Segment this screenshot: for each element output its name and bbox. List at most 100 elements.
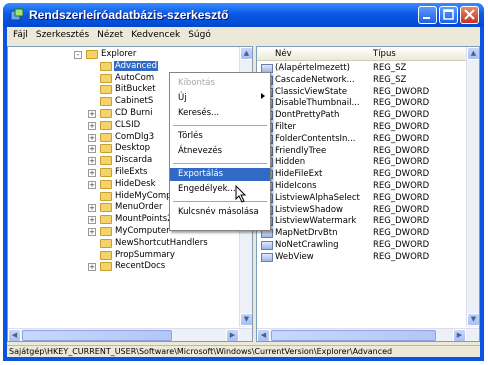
value-row[interactable]: Hidden REG_DWORD	[257, 157, 465, 169]
value-row[interactable]: HideFileExt REG_DWORD	[257, 169, 465, 181]
scroll-down-button[interactable]: ▼	[240, 313, 252, 326]
expand-icon[interactable]: +	[88, 121, 96, 130]
values-scroll-right-button[interactable]: ▶	[453, 329, 466, 341]
column-name-header[interactable]: Név	[275, 49, 292, 59]
value-name: (Alapértelmezett)	[275, 63, 350, 73]
values-horizontal-scrollbar[interactable]: ◀ ▶	[257, 328, 479, 341]
collapse-icon[interactable]: -	[74, 51, 82, 59]
value-name: FriendlyTree	[275, 145, 327, 156]
folder-icon	[100, 179, 112, 189]
value-row[interactable]: ListviewWatermark REG_DWORD	[257, 216, 465, 228]
value-row[interactable]: WebView REG_DWORD	[257, 252, 465, 264]
context-menu-item[interactable]: Keresés...	[170, 107, 270, 120]
tree-item[interactable]: PropSummary	[8, 250, 238, 262]
expand-icon[interactable]: +	[88, 204, 96, 213]
value-type: REG_DWORD	[373, 181, 430, 191]
context-menu-item-label: Engedélyek...	[178, 184, 236, 194]
tree-item-label: CD Burni	[115, 108, 153, 118]
context-menu-item[interactable]: Törlés	[170, 130, 270, 143]
menu-help[interactable]: Súgó	[184, 27, 215, 45]
tree-item-label: PropSummary	[115, 249, 175, 260]
scroll-left-button[interactable]: ◀	[8, 329, 21, 341]
value-type: REG_DWORD	[373, 169, 430, 180]
expand-icon[interactable]: +	[88, 157, 96, 166]
context-menu-item[interactable]: Új	[170, 92, 270, 105]
registry-editor-icon	[10, 8, 24, 21]
expand-icon[interactable]: +	[88, 263, 96, 272]
folder-icon	[100, 97, 112, 107]
value-name: DontPrettyPath	[275, 110, 340, 121]
tree-item-label: MountPoints2	[115, 214, 173, 225]
tree-item-label: CabinetS	[115, 96, 154, 107]
context-menu-item[interactable]: Exportálás	[170, 168, 270, 181]
maximize-button[interactable]	[439, 6, 458, 24]
minimize-button[interactable]	[418, 6, 437, 24]
tree-item-label: Explorer	[101, 49, 137, 59]
window-title: Rendszerleíróadatbázis-szerkesztő	[29, 8, 229, 22]
tree-item-label: Desktop	[115, 143, 151, 154]
value-row[interactable]: ListviewShadow REG_DWORD	[257, 205, 465, 217]
values-pane[interactable]: Név Típus (Alapértelmezett) REG_SZ Cascade…	[256, 46, 480, 342]
value-name: WebView	[275, 251, 314, 262]
menu-view[interactable]: Nézet	[93, 27, 127, 45]
close-button[interactable]	[460, 6, 479, 24]
values-vertical-scrollbar[interactable]: ▲ ▼	[466, 47, 479, 327]
expand-icon[interactable]: +	[88, 228, 96, 236]
values-scroll-down-button[interactable]: ▼	[467, 313, 479, 326]
column-type-header[interactable]: Típus	[373, 49, 396, 59]
value-row[interactable]: DisableThumbnail... REG_DWORD	[257, 98, 465, 110]
menu-edit[interactable]: Szerkesztés	[32, 27, 93, 45]
context-menu-item-label: Törlés	[178, 131, 203, 141]
expand-icon[interactable]: +	[88, 145, 96, 154]
mouse-cursor-icon	[235, 185, 247, 203]
context-menu-item[interactable]: Engedélyek...	[170, 183, 270, 196]
expand-icon[interactable]: +	[88, 133, 96, 142]
tree-item-label: RecentDocs	[115, 261, 166, 272]
close-icon	[464, 9, 475, 20]
tree-item[interactable]: Advanced	[8, 60, 238, 73]
tree-item-label: HideDesk	[115, 178, 156, 189]
scroll-right-button[interactable]: ▶	[226, 329, 239, 341]
values-scroll-up-button[interactable]: ▲	[467, 47, 479, 60]
value-row[interactable]: CascadeNetwork... REG_SZ	[257, 75, 465, 87]
context-menu-item-label: Exportálás	[178, 169, 224, 179]
value-row[interactable]: HideIcons REG_DWORD	[257, 181, 465, 193]
menu-separator	[173, 201, 267, 202]
expand-icon[interactable]: +	[88, 110, 96, 118]
value-row[interactable]: (Alapértelmezett) REG_SZ	[257, 63, 465, 75]
value-type: REG_DWORD	[373, 228, 430, 239]
value-row[interactable]: ListviewAlphaSelect REG_DWORD	[257, 193, 465, 205]
tree-item[interactable]: NewShortcutHandlers	[8, 238, 238, 250]
value-row[interactable]: Filter REG_DWORD	[257, 122, 465, 134]
expand-icon[interactable]: +	[88, 180, 96, 189]
value-row[interactable]: ClassicViewState REG_DWORD	[257, 87, 465, 99]
value-row[interactable]: DontPrettyPath REG_DWORD	[257, 110, 465, 122]
context-menu-item[interactable]: Átnevezés	[170, 145, 270, 158]
context-menu-item-label: Új	[178, 93, 187, 103]
value-row[interactable]: MapNetDrvBtn REG_DWORD	[257, 228, 465, 240]
menu-favorites[interactable]: Kedvencek	[127, 27, 184, 45]
value-type: REG_SZ	[373, 74, 407, 85]
value-type: REG_DWORD	[373, 145, 430, 156]
context-menu-item-label: Kibontás	[178, 78, 215, 88]
expand-icon[interactable]: +	[88, 216, 96, 225]
menu-file[interactable]: Fájl	[9, 27, 32, 45]
value-type: REG_DWORD	[373, 192, 430, 203]
tree-item[interactable]: + RecentDocs	[8, 261, 238, 273]
value-row[interactable]: FolderContentsIn... REG_DWORD	[257, 134, 465, 146]
values-scroll-left-button[interactable]: ◀	[257, 329, 270, 341]
tree-hscroll-thumb[interactable]	[22, 330, 172, 341]
context-menu-item[interactable]: Kulcsnév másolása	[170, 206, 270, 219]
folder-icon	[100, 250, 112, 260]
tree-item[interactable]: - Explorer	[8, 49, 238, 61]
scroll-up-button[interactable]: ▲	[240, 47, 252, 60]
context-menu-item-label: Kulcsnév másolása	[178, 207, 259, 217]
value-type: REG_DWORD	[373, 157, 430, 168]
values-hscroll-thumb[interactable]	[271, 330, 436, 341]
value-row[interactable]: FriendlyTree REG_DWORD	[257, 146, 465, 158]
tree-horizontal-scrollbar[interactable]: ◀ ▶	[8, 328, 252, 341]
title-bar[interactable]: Rendszerleíróadatbázis-szerkesztő	[3, 3, 484, 27]
value-row[interactable]: NoNetCrawling REG_DWORD	[257, 240, 465, 252]
expand-icon[interactable]: +	[88, 169, 96, 177]
tree-item-label: BitBucket	[115, 84, 156, 95]
